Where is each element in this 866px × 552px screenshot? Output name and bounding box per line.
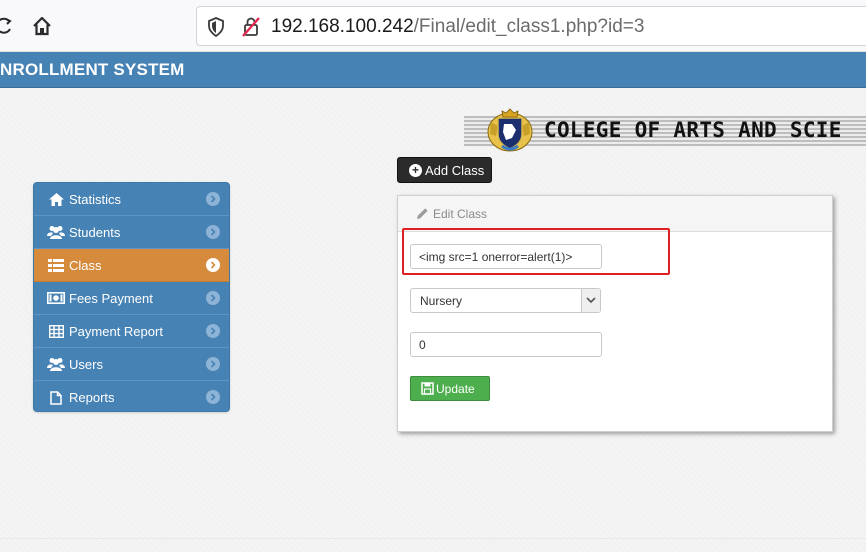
sidebar-item-reports[interactable]: Reports	[34, 381, 229, 411]
update-button[interactable]: Update	[410, 376, 490, 401]
home-icon	[47, 192, 65, 206]
sidebar-item-label: Statistics	[69, 191, 122, 207]
tracking-shield-icon[interactable]	[207, 17, 225, 38]
sidebar-item-label: Reports	[69, 390, 115, 405]
chevron-down-icon[interactable]	[581, 289, 600, 312]
divider	[0, 538, 866, 539]
home-icon[interactable]	[30, 14, 54, 38]
add-class-label: Add Class	[425, 162, 485, 178]
update-label: Update	[436, 381, 475, 396]
sidebar-item-class[interactable]: Class	[34, 249, 229, 282]
save-icon	[421, 382, 434, 395]
list-icon	[47, 258, 65, 272]
app-title: NROLLMENT SYSTEM	[0, 60, 185, 79]
amount-value: 0	[419, 337, 426, 352]
class-name-input[interactable]: <img src=1 onerror=alert(1)>	[410, 244, 602, 269]
add-class-button[interactable]: + Add Class	[397, 157, 492, 183]
plus-circle-icon: +	[409, 163, 422, 177]
sidebar-item-payment-report[interactable]: Payment Report	[34, 315, 229, 348]
level-select[interactable]: Nursery	[410, 288, 601, 313]
chevron-right-icon	[206, 357, 220, 371]
url-path: /Final/edit_class1.php?id=3	[413, 16, 645, 37]
sidebar-item-label: Class	[69, 257, 102, 273]
chevron-right-icon	[206, 324, 220, 338]
sidebar-item-fees-payment[interactable]: Fees Payment	[34, 282, 229, 315]
sidebar-nav: Statistics Students Class Fees Payment P…	[33, 182, 230, 412]
money-icon	[47, 291, 65, 305]
chevron-right-icon	[206, 225, 220, 239]
sidebar-item-label: Fees Payment	[69, 290, 153, 306]
sidebar-item-statistics[interactable]: Statistics	[34, 183, 229, 216]
college-banner: COLEGE OF ARTS AND SCIE	[464, 108, 866, 154]
class-name-value: <img src=1 onerror=alert(1)>	[419, 249, 573, 264]
sidebar-item-students[interactable]: Students	[34, 216, 229, 249]
sidebar-item-label: Students	[69, 224, 121, 240]
chevron-right-icon	[206, 291, 220, 305]
amount-input[interactable]: 0	[410, 332, 602, 357]
browser-toolbar: 192.168.100.242/Final/edit_class1.php?id…	[0, 0, 866, 52]
chevron-right-icon	[206, 390, 220, 404]
url-text[interactable]: 192.168.100.242/Final/edit_class1.php?id…	[271, 16, 644, 38]
file-icon	[47, 390, 65, 405]
chevron-right-icon	[206, 192, 220, 206]
panel-header: Edit Class	[398, 196, 832, 232]
college-name: COLEGE OF ARTS AND SCIE	[544, 118, 842, 142]
level-select-value: Nursery	[420, 293, 463, 308]
panel-title: Edit Class	[433, 206, 488, 221]
sidebar-item-label: Payment Report	[69, 323, 163, 339]
users-icon	[47, 225, 65, 239]
edit-class-panel: Edit Class <img src=1 onerror=alert(1)> …	[397, 195, 833, 432]
college-seal-icon	[482, 108, 538, 154]
reload-icon[interactable]	[0, 14, 16, 38]
sidebar-item-users[interactable]: Users	[34, 348, 229, 381]
pencil-icon	[416, 207, 429, 220]
table-icon	[47, 324, 65, 338]
address-bar[interactable]: 192.168.100.242/Final/edit_class1.php?id…	[196, 6, 866, 46]
app-header: NROLLMENT SYSTEM	[0, 52, 866, 88]
sidebar-item-label: Users	[69, 356, 103, 372]
users-icon	[47, 357, 65, 371]
insecure-lock-icon[interactable]	[241, 16, 261, 38]
chevron-right-icon	[206, 258, 220, 272]
url-host: 192.168.100.242	[271, 16, 414, 37]
